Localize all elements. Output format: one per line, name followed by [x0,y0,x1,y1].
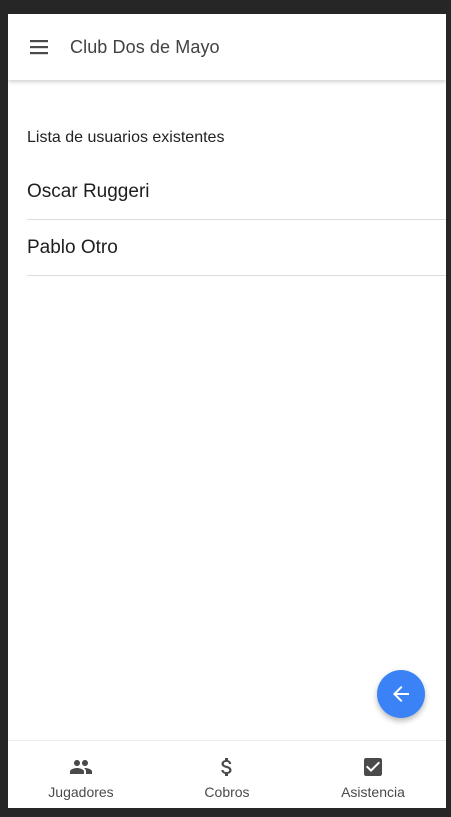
nav-item-asistencia[interactable]: Asistencia [300,741,446,808]
nav-label-cobros: Cobros [204,784,250,800]
bottom-navigation: Jugadores Cobros Asistencia [8,740,446,808]
nav-item-jugadores[interactable]: Jugadores [8,741,154,808]
back-fab-button[interactable] [377,670,425,718]
app-bar: Club Dos de Mayo [8,14,446,80]
user-list-item[interactable]: Pablo Otro [27,220,446,276]
app-window: Club Dos de Mayo Lista de usuarios exist… [8,14,446,808]
nav-item-cobros[interactable]: Cobros [154,741,300,808]
menu-button[interactable] [22,31,56,63]
user-list-item[interactable]: Oscar Ruggeri [27,164,446,220]
nav-label-asistencia: Asistencia [341,784,405,800]
menu-icon [30,40,48,55]
dollar-icon [215,755,239,779]
arrow-left-icon [393,686,409,702]
user-list: Oscar Ruggeri Pablo Otro [27,164,446,276]
nav-label-jugadores: Jugadores [48,784,114,800]
section-label: Lista de usuarios existentes [27,129,225,146]
app-title: Club Dos de Mayo [70,37,220,57]
checkbox-icon [361,755,385,779]
people-icon [69,755,93,779]
